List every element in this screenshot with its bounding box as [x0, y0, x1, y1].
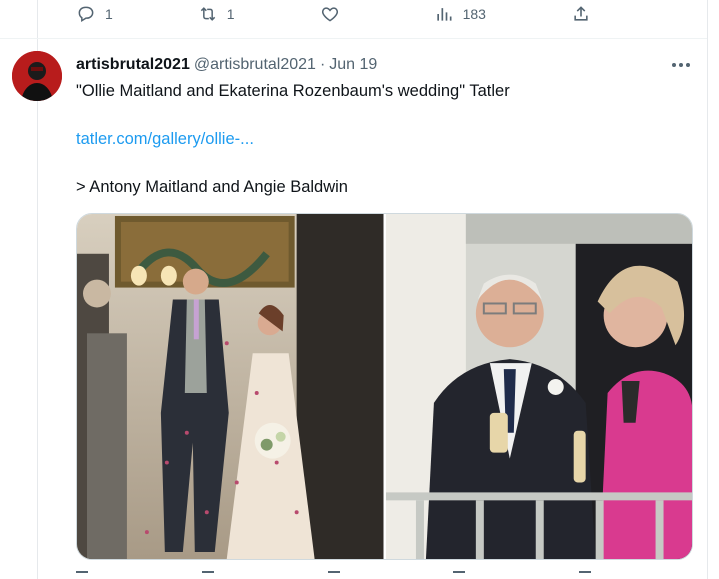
heart-icon[interactable]	[327, 571, 340, 575]
share-icon	[574, 6, 588, 21]
bar-chart-icon[interactable]	[453, 571, 466, 575]
share-icon[interactable]	[579, 571, 591, 575]
tweet-date[interactable]: Jun 19	[329, 56, 377, 74]
separator: ·	[319, 56, 326, 73]
share-button[interactable]	[571, 4, 591, 24]
elderly-couple-photo[interactable]	[385, 214, 692, 559]
display-name[interactable]: artisbrutal2021	[76, 56, 190, 74]
elderly-couple-image	[385, 214, 692, 559]
avatar[interactable]	[12, 51, 62, 101]
avatar-image	[12, 51, 62, 101]
tweet-link[interactable]: tatler.com/gallery/ollie-...	[76, 128, 254, 150]
wedding-couple-photo[interactable]	[77, 214, 384, 559]
bar-chart-icon	[436, 8, 452, 21]
reply-icon[interactable]	[76, 571, 88, 575]
tweet-text: "Ollie Maitland and Ekaterina Rozenbaum'…	[76, 82, 510, 100]
wedding-scene-image	[77, 214, 384, 559]
tweet-header: artisbrutal2021 @artisbrutal2021 · Jun 1…	[76, 54, 377, 76]
user-handle[interactable]: @artisbrutal2021	[194, 56, 316, 74]
retweet-button[interactable]: 1	[198, 4, 235, 24]
views-count: 183	[462, 6, 486, 22]
retweet-count: 1	[226, 6, 235, 22]
heart-icon	[321, 7, 338, 22]
retweet-icon	[200, 7, 215, 21]
more-options-button[interactable]	[670, 56, 692, 74]
tweet-divider	[0, 38, 707, 39]
previous-tweet-actions: 1 1 183	[76, 0, 591, 28]
tweet-actions-partial	[76, 571, 591, 579]
reply-icon	[78, 6, 94, 22]
views-button[interactable]: 183	[434, 4, 486, 24]
reply-count: 1	[105, 6, 113, 22]
tweet-attribution: > Antony Maitland and Angie Baldwin	[76, 178, 348, 196]
timeline: 1 1 183 artisbrutal2021 @artisbrutal2021…	[0, 0, 719, 579]
tweet-media	[76, 213, 693, 560]
retweet-icon[interactable]	[201, 571, 214, 575]
reply-button[interactable]: 1	[76, 4, 113, 24]
more-icon	[672, 63, 690, 67]
column-border	[707, 0, 708, 579]
like-button[interactable]	[320, 4, 349, 24]
